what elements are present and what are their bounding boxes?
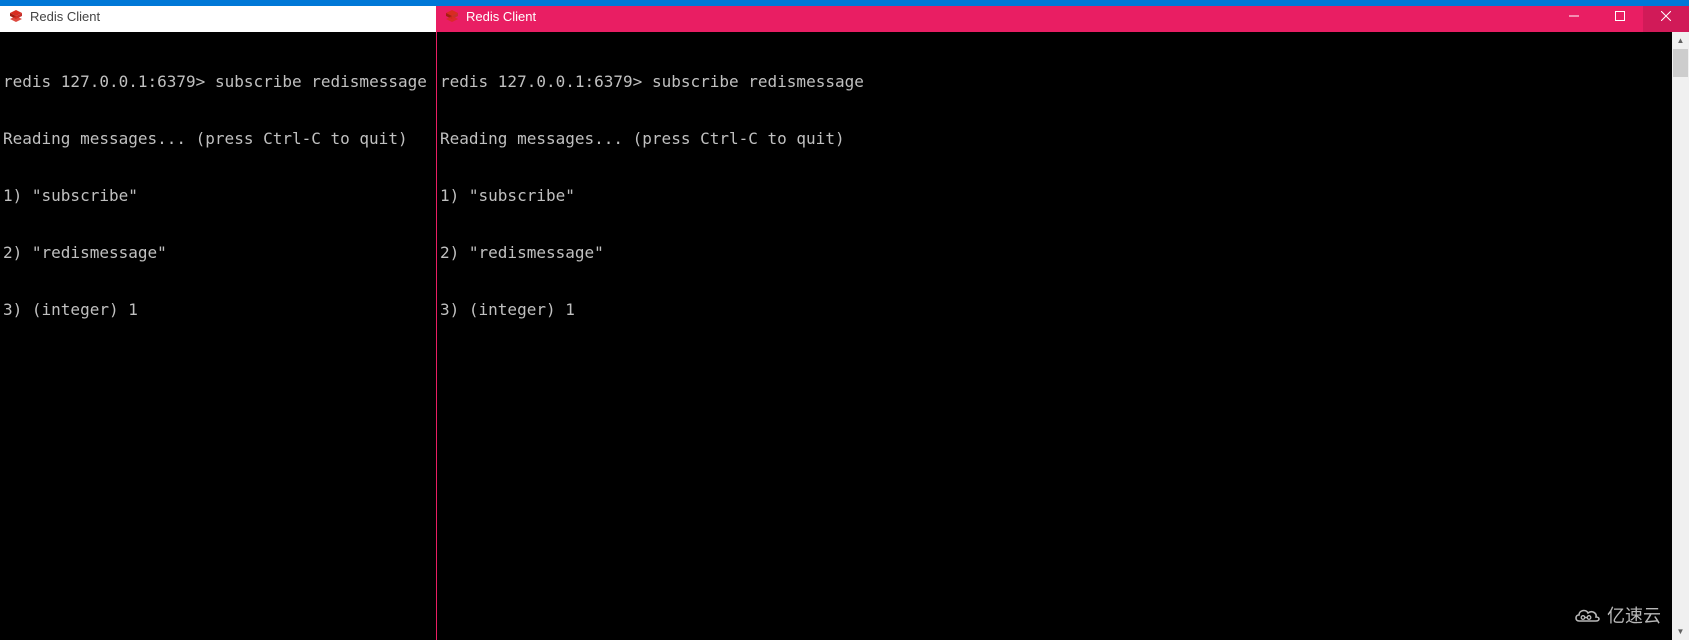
- terminal-output-line: Reading messages... (press Ctrl-C to qui…: [440, 129, 1686, 148]
- window-title-left: Redis Client: [30, 9, 436, 24]
- windows-container: Redis Client redis 127.0.0.1:6379> subsc…: [0, 0, 1689, 640]
- redis-window-right: Redis Client redis 127.0.0.1:6379> subsc…: [436, 0, 1689, 640]
- scrollbar-up-arrow-icon[interactable]: ▲: [1672, 32, 1689, 49]
- window-top-accent: [0, 0, 1689, 6]
- redis-icon: [444, 8, 460, 24]
- scrollbar-thumb[interactable]: [1673, 49, 1688, 77]
- terminal-output-line: 3) (integer) 1: [3, 300, 433, 319]
- vertical-scrollbar[interactable]: ▲ ▼: [1672, 32, 1689, 640]
- watermark: 亿速云: [1573, 602, 1661, 628]
- terminal-output-line: 2) "redismessage": [440, 243, 1686, 262]
- terminal-output-line: 1) "subscribe": [3, 186, 433, 205]
- redis-icon: [8, 8, 24, 24]
- cloud-icon: [1573, 605, 1601, 625]
- terminal-left[interactable]: redis 127.0.0.1:6379> subscribe redismes…: [0, 32, 436, 640]
- terminal-prompt-line: redis 127.0.0.1:6379> subscribe redismes…: [440, 72, 1686, 91]
- terminal-output-line: 2) "redismessage": [3, 243, 433, 262]
- terminal-right[interactable]: redis 127.0.0.1:6379> subscribe redismes…: [436, 32, 1689, 640]
- terminal-output-line: 3) (integer) 1: [440, 300, 1686, 319]
- terminal-output-line: Reading messages... (press Ctrl-C to qui…: [3, 129, 433, 148]
- terminal-prompt-line: redis 127.0.0.1:6379> subscribe redismes…: [3, 72, 433, 91]
- scrollbar-down-arrow-icon[interactable]: ▼: [1672, 623, 1689, 640]
- redis-window-left: Redis Client redis 127.0.0.1:6379> subsc…: [0, 0, 436, 640]
- window-title-right: Redis Client: [466, 9, 1551, 24]
- watermark-text: 亿速云: [1607, 602, 1661, 628]
- terminal-output-line: 1) "subscribe": [440, 186, 1686, 205]
